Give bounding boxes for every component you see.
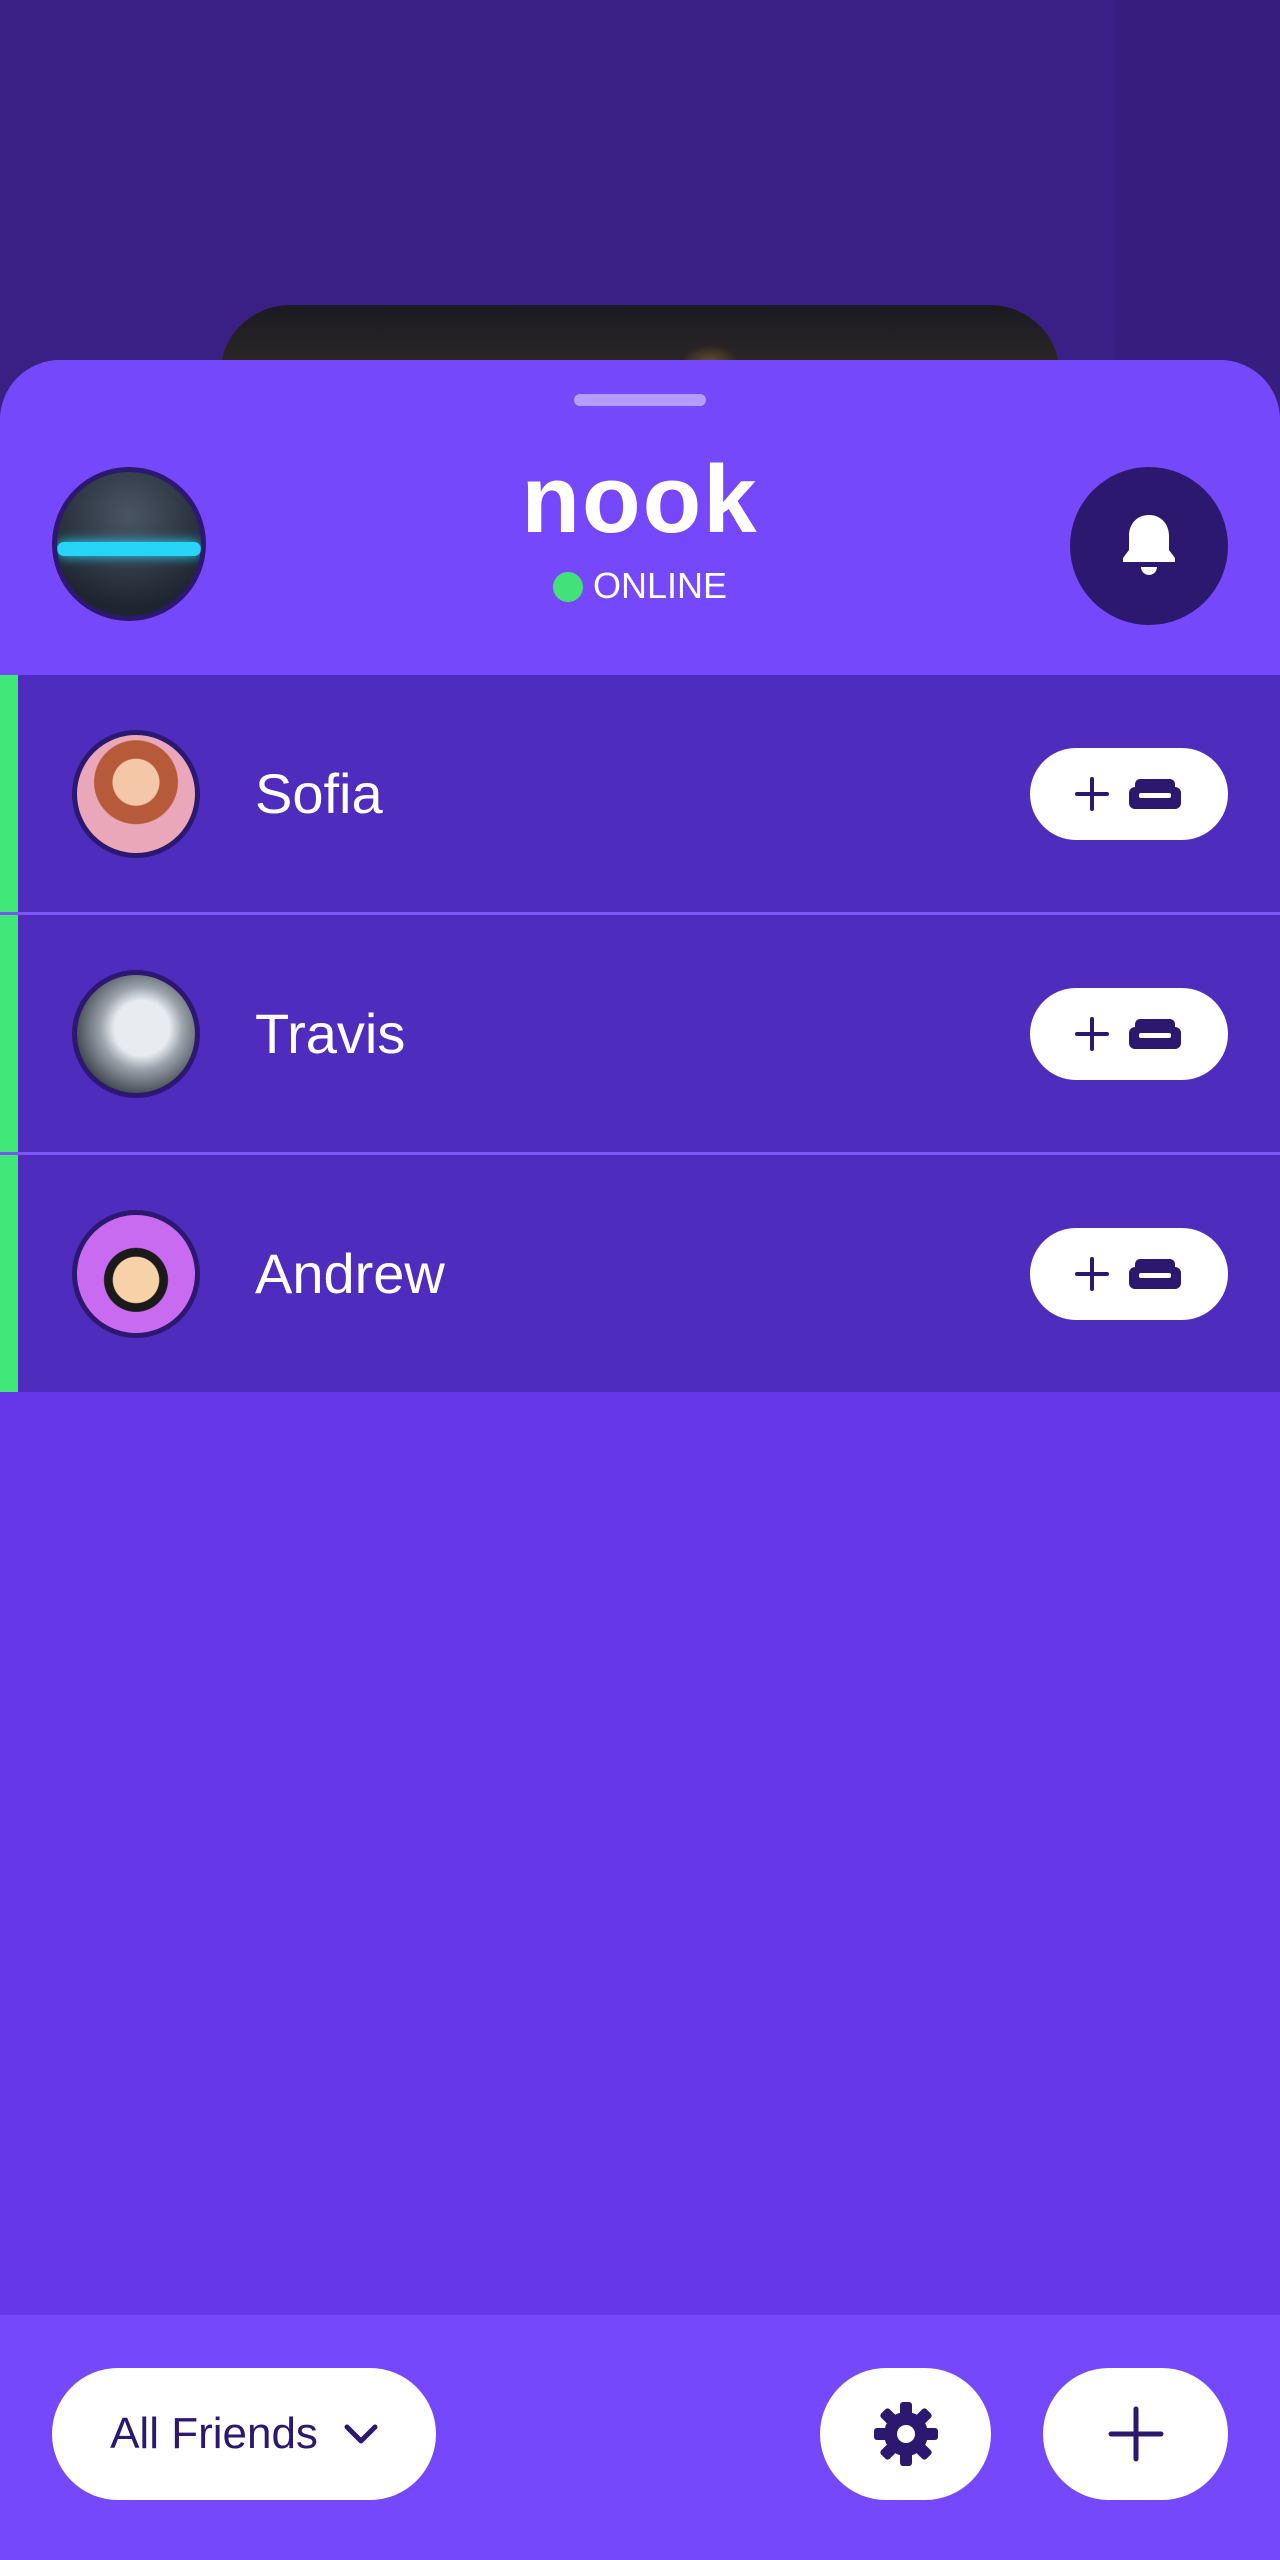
friend-name: Andrew [255, 1242, 445, 1305]
avatar [72, 1210, 200, 1338]
online-indicator [0, 1155, 18, 1392]
couch-icon [1129, 779, 1181, 809]
sheet-header: nook ONLINE [0, 360, 1280, 675]
filter-label: All Friends [110, 2409, 318, 2458]
bottom-toolbar: All Friends [0, 2315, 1280, 2560]
avatar [72, 970, 200, 1098]
status-dot-icon [552, 572, 583, 602]
friends-sheet: nook ONLINE Sofia Travis Andrew [0, 360, 1280, 2560]
couch-icon [1129, 1259, 1181, 1289]
add-friend-button[interactable] [1043, 2368, 1228, 2500]
plus-icon [1108, 2406, 1163, 2462]
gear-icon [873, 2402, 938, 2466]
self-camera-avatar[interactable] [52, 467, 206, 621]
plus-icon [1075, 1017, 1109, 1051]
add-to-couch-button[interactable] [1030, 1228, 1228, 1320]
couch-icon [1129, 1019, 1181, 1049]
friends-filter-dropdown[interactable]: All Friends [52, 2368, 436, 2500]
friend-row-travis[interactable]: Travis [0, 915, 1280, 1155]
drag-handle[interactable] [574, 394, 706, 406]
plus-icon [1075, 777, 1109, 811]
bell-icon [1123, 515, 1175, 575]
add-to-couch-button[interactable] [1030, 748, 1228, 840]
app-logo: nook [521, 446, 759, 553]
friend-row-sofia[interactable]: Sofia [0, 675, 1280, 915]
online-indicator [0, 675, 18, 912]
plus-icon [1075, 1257, 1109, 1291]
background-panel [1115, 0, 1280, 400]
notifications-button[interactable] [1070, 467, 1228, 625]
chevron-down-icon [344, 2424, 378, 2444]
friend-row-andrew[interactable]: Andrew [0, 1155, 1280, 1392]
online-status: ONLINE [440, 565, 840, 607]
settings-button[interactable] [820, 2368, 991, 2500]
status-text: ONLINE [592, 565, 728, 606]
avatar [72, 730, 200, 858]
friend-name: Travis [255, 1002, 406, 1065]
friend-name: Sofia [255, 762, 383, 825]
online-indicator [0, 915, 18, 1152]
add-to-couch-button[interactable] [1030, 988, 1228, 1080]
